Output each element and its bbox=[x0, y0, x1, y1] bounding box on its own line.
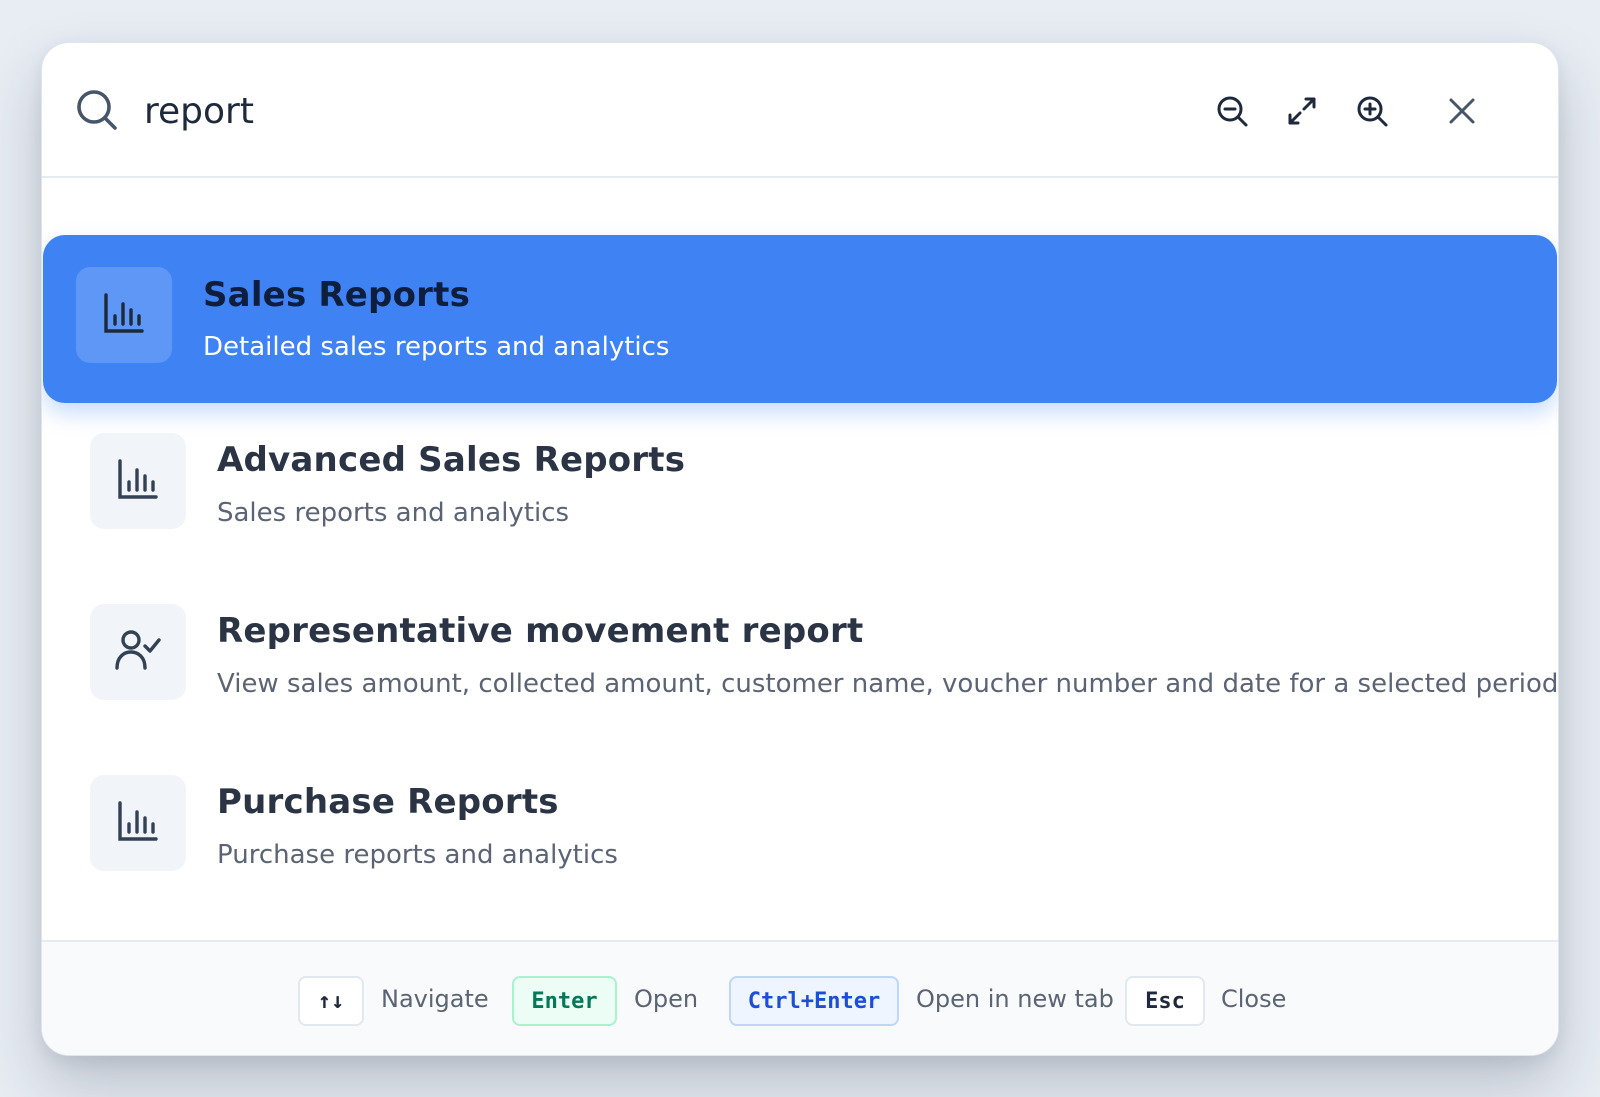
bar-chart-icon bbox=[116, 799, 160, 847]
esc-key: Esc bbox=[1125, 976, 1205, 1026]
navigate-hint: Navigate bbox=[381, 985, 489, 1013]
open-hint: Open bbox=[634, 985, 699, 1013]
keyboard-hints-footer: ↑↓ Navigate Enter Open Ctrl+Enter Open i… bbox=[42, 940, 1558, 1055]
zoom-in-button[interactable] bbox=[1348, 87, 1396, 135]
result-description: Sales reports and analytics bbox=[217, 498, 570, 528]
search-bar bbox=[42, 43, 1558, 178]
result-item-advanced-sales-reports[interactable]: Advanced Sales Reports Sales reports and… bbox=[42, 406, 1558, 576]
search-icon bbox=[75, 88, 119, 132]
result-description: Detailed sales reports and analytics bbox=[203, 332, 670, 362]
result-description: Purchase reports and analytics bbox=[217, 840, 618, 870]
result-icon-box bbox=[90, 775, 186, 871]
search-input[interactable] bbox=[144, 81, 1044, 141]
result-title: Representative movement report bbox=[217, 611, 864, 651]
zoom-out-icon bbox=[1215, 94, 1249, 128]
command-palette: Sales Reports Detailed sales reports and… bbox=[41, 42, 1559, 1056]
zoom-out-button[interactable] bbox=[1208, 87, 1256, 135]
result-icon-box bbox=[76, 267, 172, 363]
enter-key: Enter bbox=[512, 976, 617, 1026]
expand-icon bbox=[1286, 95, 1318, 127]
result-title: Sales Reports bbox=[203, 275, 471, 315]
navigate-key: ↑↓ bbox=[298, 976, 364, 1026]
result-icon-box bbox=[90, 604, 186, 700]
close-hint: Close bbox=[1221, 985, 1287, 1013]
result-item-sales-reports[interactable]: Sales Reports Detailed sales reports and… bbox=[43, 235, 1557, 403]
result-icon-box bbox=[90, 433, 186, 529]
bar-chart-icon bbox=[102, 291, 146, 339]
user-check-icon bbox=[114, 628, 162, 676]
bar-chart-icon bbox=[116, 457, 160, 505]
result-item-representative-movement-report[interactable]: Representative movement report View sale… bbox=[42, 577, 1558, 747]
expand-button[interactable] bbox=[1278, 87, 1326, 135]
close-icon bbox=[1447, 96, 1477, 126]
open-new-tab-hint: Open in new tab bbox=[916, 985, 1114, 1013]
result-title: Purchase Reports bbox=[217, 782, 559, 822]
results-list: Sales Reports Detailed sales reports and… bbox=[42, 180, 1558, 982]
zoom-in-icon bbox=[1355, 94, 1389, 128]
close-button[interactable] bbox=[1438, 87, 1486, 135]
result-description: View sales amount, collected amount, cus… bbox=[217, 669, 1558, 699]
result-title: Advanced Sales Reports bbox=[217, 440, 686, 480]
ctrl-enter-key: Ctrl+Enter bbox=[729, 976, 899, 1026]
result-item-purchase-reports[interactable]: Purchase Reports Purchase reports and an… bbox=[42, 748, 1558, 918]
